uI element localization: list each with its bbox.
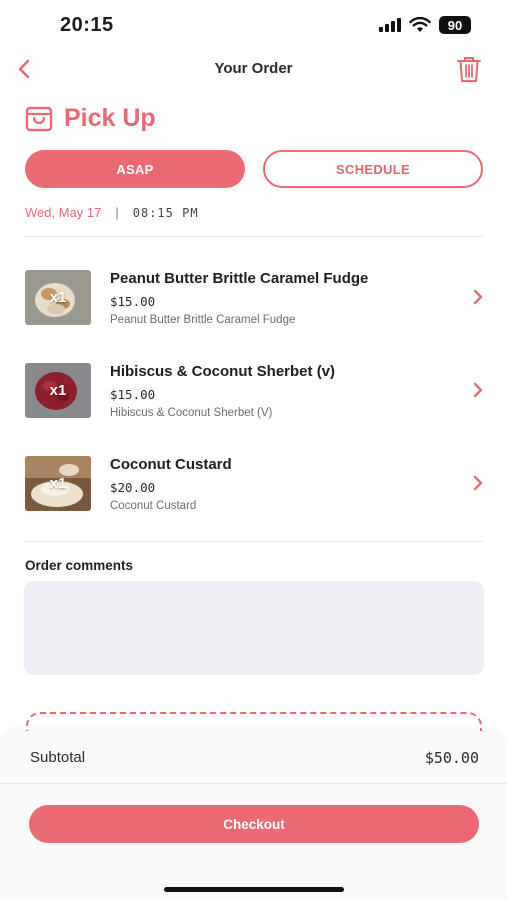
item-quantity: x1 [49,382,67,399]
order-item[interactable]: x1 Peanut Butter Brittle Caramel Fudge $… [0,270,507,330]
item-description: Coconut Custard [110,500,197,512]
schedule-button[interactable]: SCHEDULE [263,150,483,188]
status-icons: 90 [379,16,471,34]
order-comments-input[interactable] [24,581,484,675]
item-name: Hibiscus & Coconut Sherbet (v) [110,363,336,380]
item-price: $15.00 [110,294,156,309]
subtotal-value: $50.00 [424,749,479,767]
trash-icon[interactable] [455,54,483,84]
item-price: $20.00 [110,480,156,495]
order-type-label: Pick Up [64,104,156,132]
item-description: Hibiscus & Coconut Sherbet (V) [110,407,273,419]
item-quantity: x1 [49,475,67,492]
status-time: 20:15 [60,14,114,36]
item-thumbnail: x1 [25,270,91,325]
divider [25,541,483,542]
chevron-right-icon[interactable] [471,474,485,492]
order-item[interactable]: x1 Coconut Custard $20.00 Coconut Custar… [0,456,507,516]
pickup-date: Wed, May 17 [25,205,102,220]
home-indicator [164,887,344,892]
item-thumbnail: x1 [25,456,91,511]
nav-header: Your Order [0,50,507,90]
battery-icon: 90 [439,16,471,34]
divider [25,236,483,237]
divider [0,783,507,784]
chevron-right-icon[interactable] [471,381,485,399]
wifi-icon [409,17,431,32]
item-name: Peanut Butter Brittle Caramel Fudge [110,270,369,287]
item-price: $15.00 [110,387,156,402]
order-item[interactable]: x1 Hibiscus & Coconut Sherbet (v) $15.00… [0,363,507,423]
status-bar: 20:15 90 [0,0,507,50]
checkout-button[interactable]: Checkout [29,805,479,843]
pickup-time: 08:15 PM [132,205,199,220]
chevron-right-icon[interactable] [471,288,485,306]
asap-button[interactable]: ASAP [25,150,245,188]
subtotal-label: Subtotal [30,749,86,766]
datetime-separator: | [115,205,119,220]
item-name: Coconut Custard [110,456,232,473]
order-type: Pick Up [24,104,156,133]
item-description: Peanut Butter Brittle Caramel Fudge [110,314,296,326]
order-comments-label: Order comments [25,558,134,573]
pickup-datetime: Wed, May 17 | 08:15 PM [25,205,199,220]
item-quantity: x1 [49,289,67,306]
item-thumbnail: x1 [25,363,91,418]
shopping-bag-icon [25,106,53,131]
page-title: Your Order [214,60,293,77]
signal-icon [379,18,401,32]
checkout-sheet: Subtotal $50.00 Checkout [0,731,507,900]
